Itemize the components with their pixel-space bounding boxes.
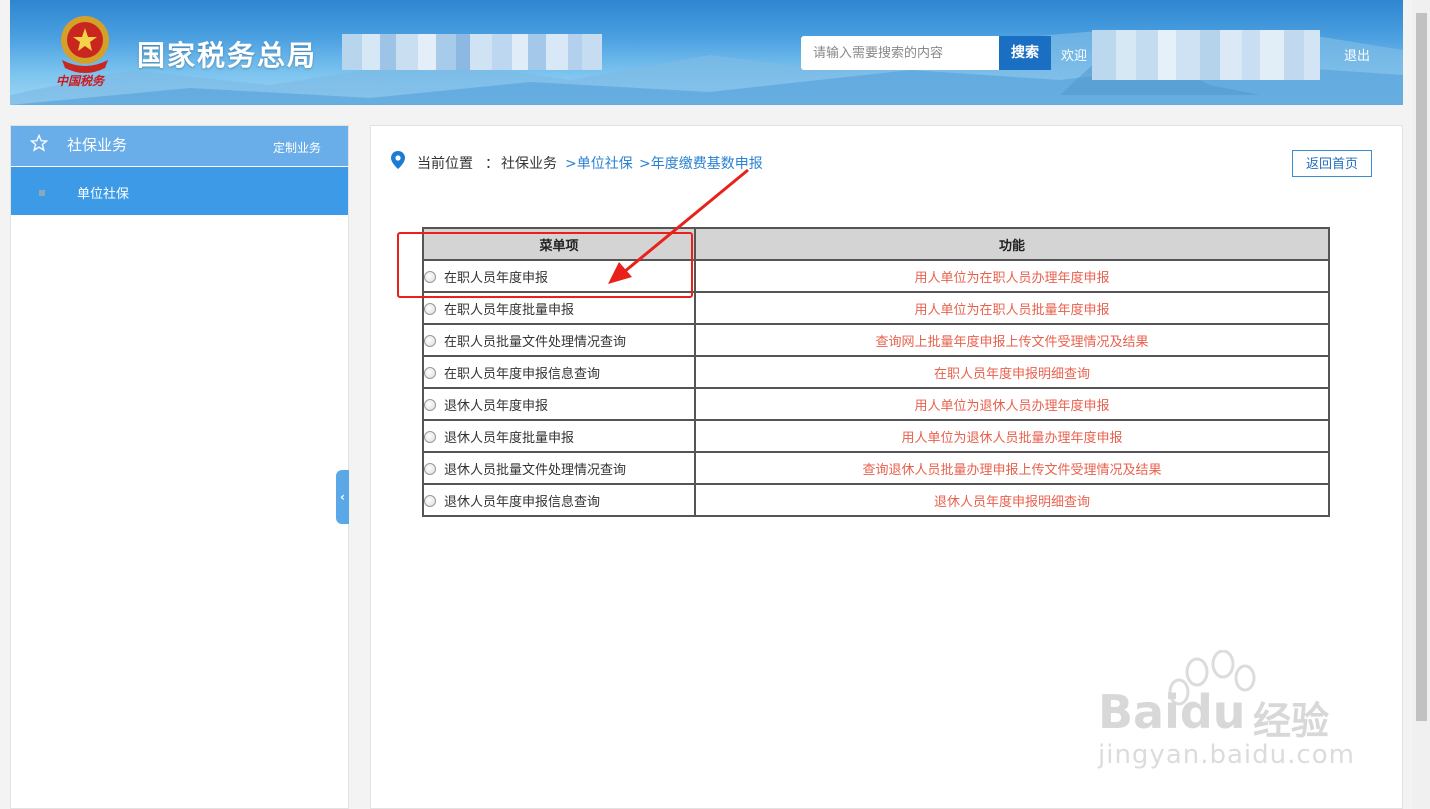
blurred-subtitle: [342, 34, 602, 70]
function-cell: 查询退休人员批量办理申报上传文件受理情况及结果: [694, 451, 1330, 485]
function-cell: 用人单位为在职人员办理年度申报: [694, 259, 1330, 293]
search-input[interactable]: [801, 36, 999, 70]
custom-business-link[interactable]: 定制业务: [273, 139, 321, 156]
menu-label: 在职人员年度批量申报: [444, 302, 575, 318]
radio-button[interactable]: [424, 366, 436, 379]
sidebar-header: 社保业务 定制业务: [11, 126, 348, 166]
header-banner: 中国税务 国家税务总局 搜索 欢迎 退出: [10, 0, 1403, 105]
function-cell: 用人单位为在职人员批量年度申报: [694, 291, 1330, 325]
sidebar-collapse-button[interactable]: ‹: [336, 470, 349, 524]
breadcrumb-root: 社保业务: [501, 156, 557, 172]
sidebar: 社保业务 定制业务 单位社保: [10, 125, 349, 809]
page-scrollbar[interactable]: [1412, 0, 1430, 809]
watermark-brand: Baidu: [1098, 685, 1246, 739]
function-cell: 用人单位为退休人员办理年度申报: [694, 387, 1330, 421]
table-row[interactable]: 退休人员年度申报信息查询 退休人员年度申报明细查询: [422, 483, 1330, 517]
scrollbar-thumb[interactable]: [1416, 13, 1427, 721]
table-row[interactable]: 在职人员年度申报信息查询 在职人员年度申报明细查询: [422, 355, 1330, 389]
breadcrumb-prefix: 当前位置: [417, 156, 473, 172]
menu-cell[interactable]: 退休人员年度批量申报: [422, 419, 696, 453]
menu-cell[interactable]: 在职人员年度申报信息查询: [422, 355, 696, 389]
breadcrumb-separator: ：: [485, 156, 499, 172]
menu-cell[interactable]: 退休人员年度申报信息查询: [422, 483, 696, 517]
menu-label: 退休人员年度申报: [444, 398, 549, 414]
welcome-text: 欢迎: [1061, 49, 1088, 64]
menu-label: 退休人员年度申报信息查询: [444, 494, 601, 510]
function-cell: 查询网上批量年度申报上传文件受理情况及结果: [694, 323, 1330, 357]
function-cell: 退休人员年度申报明细查询: [694, 483, 1330, 517]
watermark-url: jingyan.baidu.com: [1098, 740, 1355, 770]
sidebar-title: 社保业务: [67, 136, 128, 154]
star-icon[interactable]: [30, 134, 48, 152]
menu-cell[interactable]: 退休人员批量文件处理情况查询: [422, 451, 696, 485]
table-row[interactable]: 退休人员年度申报 用人单位为退休人员办理年度申报: [422, 387, 1330, 421]
watermark-brand-a: Bai: [1098, 685, 1180, 739]
bullet-icon: [39, 190, 45, 196]
table-row[interactable]: 退休人员年度批量申报 用人单位为退休人员批量办理年度申报: [422, 419, 1330, 453]
radio-button[interactable]: [424, 462, 436, 475]
table-header-function: 功能: [694, 227, 1330, 261]
menu-label: 在职人员批量文件处理情况查询: [444, 334, 627, 350]
blurred-username: [1092, 30, 1320, 80]
radio-button[interactable]: [424, 334, 436, 347]
table-row[interactable]: 退休人员批量文件处理情况查询 查询退休人员批量办理申报上传文件受理情况及结果: [422, 451, 1330, 485]
radio-button[interactable]: [424, 398, 436, 411]
menu-cell[interactable]: 在职人员批量文件处理情况查询: [422, 323, 696, 357]
breadcrumb-level2[interactable]: >年度缴费基数申报: [639, 153, 763, 173]
breadcrumb-level1[interactable]: >单位社保: [565, 153, 633, 173]
location-pin-icon: [391, 151, 405, 169]
menu-label: 在职人员年度申报信息查询: [444, 366, 601, 382]
radio-button[interactable]: [424, 302, 436, 315]
radio-button[interactable]: [424, 430, 436, 443]
sidebar-item-unit-social-security[interactable]: 单位社保: [11, 167, 348, 215]
site-title: 国家税务总局: [137, 39, 318, 72]
menu-label: 退休人员批量文件处理情况查询: [444, 462, 627, 478]
emblem-caption: 中国税务: [56, 74, 105, 88]
radio-button[interactable]: [424, 494, 436, 507]
chevron-left-icon: ‹: [340, 490, 345, 504]
logout-link[interactable]: 退出: [1344, 45, 1370, 64]
watermark-product: 经验: [1253, 699, 1330, 743]
sidebar-item-label: 单位社保: [77, 187, 130, 202]
watermark-brand-b: du: [1179, 685, 1246, 739]
table-row[interactable]: 在职人员批量文件处理情况查询 查询网上批量年度申报上传文件受理情况及结果: [422, 323, 1330, 357]
menu-label: 退休人员年度批量申报: [444, 430, 575, 446]
menu-cell[interactable]: 退休人员年度申报: [422, 387, 696, 421]
annotation-highlight-box: [397, 232, 693, 298]
function-cell: 在职人员年度申报明细查询: [694, 355, 1330, 389]
return-home-button[interactable]: 返回首页: [1292, 150, 1372, 177]
function-cell: 用人单位为退休人员批量办理年度申报: [694, 419, 1330, 453]
search-button[interactable]: 搜索: [999, 36, 1051, 70]
